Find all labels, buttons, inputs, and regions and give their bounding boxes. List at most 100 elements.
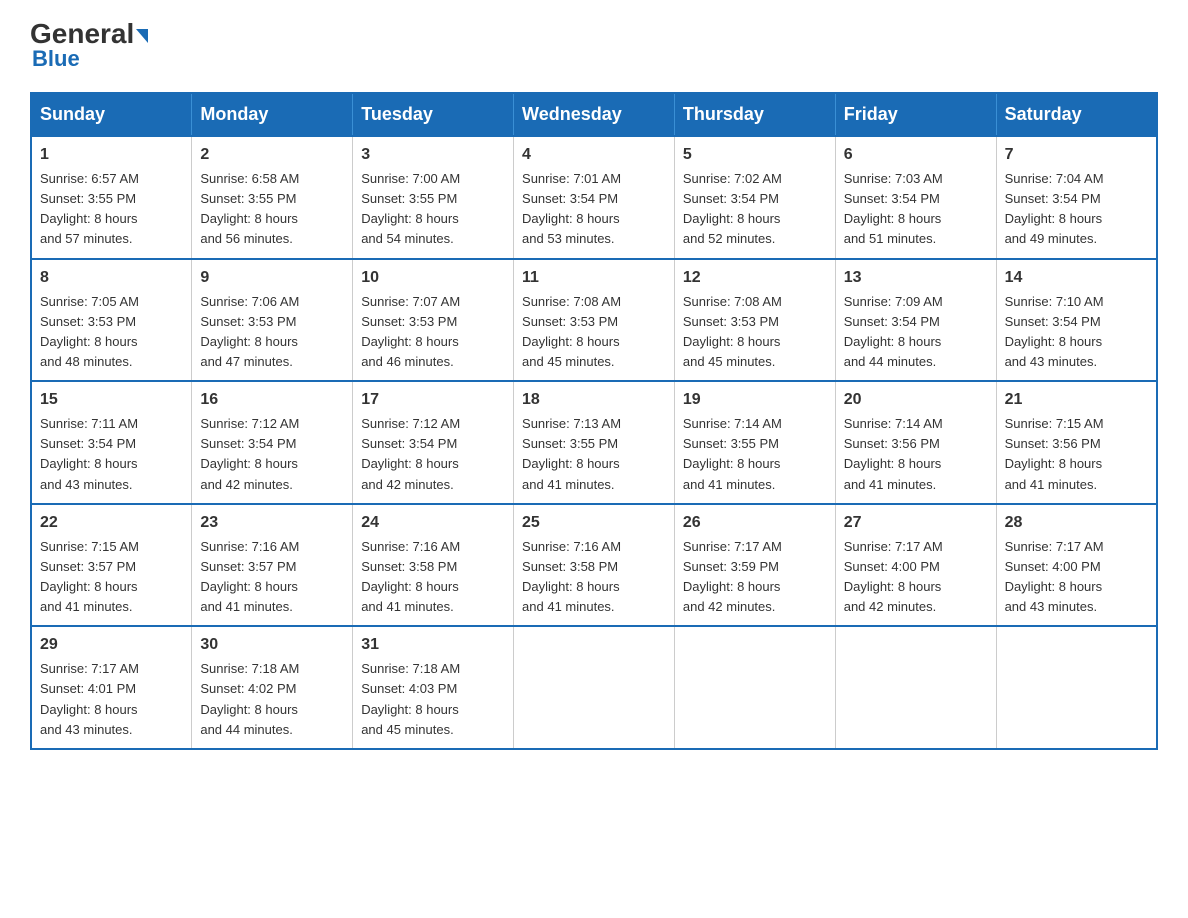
calendar-cell: 10 Sunrise: 7:07 AMSunset: 3:53 PMDaylig… [353, 259, 514, 382]
col-header-wednesday: Wednesday [514, 93, 675, 136]
calendar-cell: 4 Sunrise: 7:01 AMSunset: 3:54 PMDayligh… [514, 136, 675, 259]
day-info: Sunrise: 7:15 AMSunset: 3:56 PMDaylight:… [1005, 416, 1104, 491]
calendar-cell: 18 Sunrise: 7:13 AMSunset: 3:55 PMDaylig… [514, 381, 675, 504]
day-number: 7 [1005, 143, 1148, 167]
calendar-cell: 14 Sunrise: 7:10 AMSunset: 3:54 PMDaylig… [996, 259, 1157, 382]
calendar-week-row: 29 Sunrise: 7:17 AMSunset: 4:01 PMDaylig… [31, 626, 1157, 749]
day-info: Sunrise: 7:17 AMSunset: 4:01 PMDaylight:… [40, 661, 139, 736]
logo-arrow-icon [136, 29, 148, 43]
calendar-cell: 15 Sunrise: 7:11 AMSunset: 3:54 PMDaylig… [31, 381, 192, 504]
calendar-cell: 13 Sunrise: 7:09 AMSunset: 3:54 PMDaylig… [835, 259, 996, 382]
calendar-cell: 1 Sunrise: 6:57 AMSunset: 3:55 PMDayligh… [31, 136, 192, 259]
day-info: Sunrise: 7:18 AMSunset: 4:02 PMDaylight:… [200, 661, 299, 736]
calendar-cell: 31 Sunrise: 7:18 AMSunset: 4:03 PMDaylig… [353, 626, 514, 749]
day-info: Sunrise: 7:13 AMSunset: 3:55 PMDaylight:… [522, 416, 621, 491]
calendar-cell: 16 Sunrise: 7:12 AMSunset: 3:54 PMDaylig… [192, 381, 353, 504]
day-number: 21 [1005, 388, 1148, 412]
day-info: Sunrise: 7:14 AMSunset: 3:56 PMDaylight:… [844, 416, 943, 491]
calendar-cell: 24 Sunrise: 7:16 AMSunset: 3:58 PMDaylig… [353, 504, 514, 627]
day-number: 20 [844, 388, 988, 412]
day-info: Sunrise: 6:58 AMSunset: 3:55 PMDaylight:… [200, 171, 299, 246]
day-number: 9 [200, 266, 344, 290]
day-number: 3 [361, 143, 505, 167]
calendar-cell: 3 Sunrise: 7:00 AMSunset: 3:55 PMDayligh… [353, 136, 514, 259]
day-number: 28 [1005, 511, 1148, 535]
calendar-cell: 29 Sunrise: 7:17 AMSunset: 4:01 PMDaylig… [31, 626, 192, 749]
day-number: 24 [361, 511, 505, 535]
calendar-week-row: 22 Sunrise: 7:15 AMSunset: 3:57 PMDaylig… [31, 504, 1157, 627]
day-number: 30 [200, 633, 344, 657]
logo-general-text: General [30, 20, 148, 48]
calendar-cell: 6 Sunrise: 7:03 AMSunset: 3:54 PMDayligh… [835, 136, 996, 259]
day-number: 31 [361, 633, 505, 657]
calendar-cell: 2 Sunrise: 6:58 AMSunset: 3:55 PMDayligh… [192, 136, 353, 259]
day-number: 22 [40, 511, 183, 535]
day-number: 25 [522, 511, 666, 535]
day-info: Sunrise: 7:04 AMSunset: 3:54 PMDaylight:… [1005, 171, 1104, 246]
day-number: 13 [844, 266, 988, 290]
calendar-cell: 21 Sunrise: 7:15 AMSunset: 3:56 PMDaylig… [996, 381, 1157, 504]
calendar-week-row: 8 Sunrise: 7:05 AMSunset: 3:53 PMDayligh… [31, 259, 1157, 382]
calendar-cell: 25 Sunrise: 7:16 AMSunset: 3:58 PMDaylig… [514, 504, 675, 627]
calendar-week-row: 15 Sunrise: 7:11 AMSunset: 3:54 PMDaylig… [31, 381, 1157, 504]
day-info: Sunrise: 7:06 AMSunset: 3:53 PMDaylight:… [200, 294, 299, 369]
col-header-saturday: Saturday [996, 93, 1157, 136]
calendar-cell [674, 626, 835, 749]
day-number: 27 [844, 511, 988, 535]
calendar-cell: 28 Sunrise: 7:17 AMSunset: 4:00 PMDaylig… [996, 504, 1157, 627]
calendar-cell: 11 Sunrise: 7:08 AMSunset: 3:53 PMDaylig… [514, 259, 675, 382]
day-number: 16 [200, 388, 344, 412]
calendar-cell: 17 Sunrise: 7:12 AMSunset: 3:54 PMDaylig… [353, 381, 514, 504]
day-number: 4 [522, 143, 666, 167]
calendar-cell: 27 Sunrise: 7:17 AMSunset: 4:00 PMDaylig… [835, 504, 996, 627]
calendar-cell [835, 626, 996, 749]
calendar-header-row: SundayMondayTuesdayWednesdayThursdayFrid… [31, 93, 1157, 136]
calendar-cell [514, 626, 675, 749]
col-header-friday: Friday [835, 93, 996, 136]
day-number: 26 [683, 511, 827, 535]
calendar-cell: 9 Sunrise: 7:06 AMSunset: 3:53 PMDayligh… [192, 259, 353, 382]
calendar-cell: 12 Sunrise: 7:08 AMSunset: 3:53 PMDaylig… [674, 259, 835, 382]
day-number: 29 [40, 633, 183, 657]
calendar-cell: 23 Sunrise: 7:16 AMSunset: 3:57 PMDaylig… [192, 504, 353, 627]
logo-blue-text: Blue [32, 46, 80, 72]
col-header-tuesday: Tuesday [353, 93, 514, 136]
calendar-week-row: 1 Sunrise: 6:57 AMSunset: 3:55 PMDayligh… [31, 136, 1157, 259]
day-number: 2 [200, 143, 344, 167]
col-header-monday: Monday [192, 93, 353, 136]
day-info: Sunrise: 7:07 AMSunset: 3:53 PMDaylight:… [361, 294, 460, 369]
day-number: 6 [844, 143, 988, 167]
calendar-cell: 8 Sunrise: 7:05 AMSunset: 3:53 PMDayligh… [31, 259, 192, 382]
day-info: Sunrise: 7:16 AMSunset: 3:58 PMDaylight:… [522, 539, 621, 614]
day-number: 10 [361, 266, 505, 290]
day-info: Sunrise: 7:17 AMSunset: 3:59 PMDaylight:… [683, 539, 782, 614]
calendar-cell: 5 Sunrise: 7:02 AMSunset: 3:54 PMDayligh… [674, 136, 835, 259]
calendar-cell: 19 Sunrise: 7:14 AMSunset: 3:55 PMDaylig… [674, 381, 835, 504]
calendar-cell [996, 626, 1157, 749]
calendar-table: SundayMondayTuesdayWednesdayThursdayFrid… [30, 92, 1158, 750]
day-info: Sunrise: 7:18 AMSunset: 4:03 PMDaylight:… [361, 661, 460, 736]
day-number: 8 [40, 266, 183, 290]
day-number: 14 [1005, 266, 1148, 290]
day-info: Sunrise: 7:16 AMSunset: 3:57 PMDaylight:… [200, 539, 299, 614]
day-info: Sunrise: 7:14 AMSunset: 3:55 PMDaylight:… [683, 416, 782, 491]
day-info: Sunrise: 7:08 AMSunset: 3:53 PMDaylight:… [522, 294, 621, 369]
day-number: 15 [40, 388, 183, 412]
day-info: Sunrise: 7:05 AMSunset: 3:53 PMDaylight:… [40, 294, 139, 369]
day-info: Sunrise: 7:08 AMSunset: 3:53 PMDaylight:… [683, 294, 782, 369]
day-number: 17 [361, 388, 505, 412]
day-info: Sunrise: 7:15 AMSunset: 3:57 PMDaylight:… [40, 539, 139, 614]
col-header-sunday: Sunday [31, 93, 192, 136]
day-info: Sunrise: 7:12 AMSunset: 3:54 PMDaylight:… [361, 416, 460, 491]
day-info: Sunrise: 7:00 AMSunset: 3:55 PMDaylight:… [361, 171, 460, 246]
day-number: 12 [683, 266, 827, 290]
calendar-cell: 30 Sunrise: 7:18 AMSunset: 4:02 PMDaylig… [192, 626, 353, 749]
day-info: Sunrise: 7:10 AMSunset: 3:54 PMDaylight:… [1005, 294, 1104, 369]
col-header-thursday: Thursday [674, 93, 835, 136]
day-number: 18 [522, 388, 666, 412]
calendar-cell: 20 Sunrise: 7:14 AMSunset: 3:56 PMDaylig… [835, 381, 996, 504]
day-info: Sunrise: 7:09 AMSunset: 3:54 PMDaylight:… [844, 294, 943, 369]
day-info: Sunrise: 7:12 AMSunset: 3:54 PMDaylight:… [200, 416, 299, 491]
calendar-cell: 26 Sunrise: 7:17 AMSunset: 3:59 PMDaylig… [674, 504, 835, 627]
day-info: Sunrise: 7:17 AMSunset: 4:00 PMDaylight:… [1005, 539, 1104, 614]
